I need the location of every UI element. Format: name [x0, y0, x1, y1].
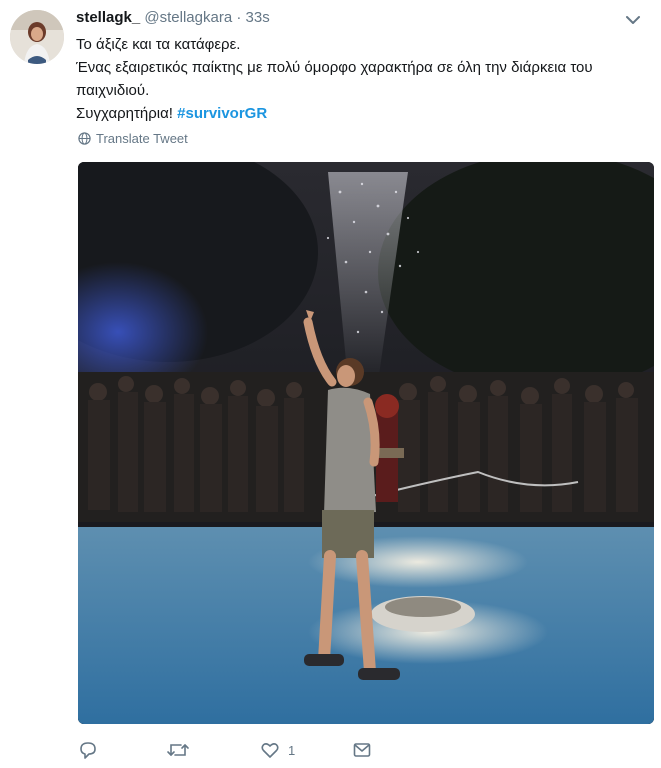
heart-icon [261, 743, 279, 758]
stage-photo-illustration [78, 162, 654, 724]
chevron-down-icon[interactable] [623, 10, 643, 30]
separator-dot: · [236, 9, 242, 26]
like-button[interactable]: 1 [260, 740, 295, 760]
direct-message-button[interactable] [352, 740, 372, 760]
reply-icon [80, 742, 96, 759]
like-count: 1 [288, 742, 296, 758]
tweet-line-3-text: Συγχαρητήρια! [76, 105, 173, 122]
user-handle[interactable]: @stellagkara [144, 9, 232, 26]
avatar-image [10, 10, 64, 64]
tweet-line-3: Συγχαρητήρια! #survivorGR [76, 102, 656, 125]
reply-button[interactable] [78, 740, 106, 760]
translate-tweet-button[interactable]: Translate Tweet [78, 131, 188, 146]
tweet-photo[interactable] [78, 162, 654, 724]
tweet-timestamp[interactable]: 33s [246, 9, 270, 26]
display-name[interactable]: stellagk_ [76, 9, 140, 26]
retweet-icon [167, 744, 189, 756]
translate-label: Translate Tweet [96, 131, 188, 146]
tweet-text: Το άξιζε και τα κατάφερε. Ένας εξαιρετικ… [76, 33, 656, 125]
message-icon [353, 743, 371, 757]
retweet-button[interactable] [166, 740, 198, 760]
tweet-line-1: Το άξιζε και τα κατάφερε. [76, 36, 241, 53]
tweet-header: stellagk_ @stellagkara · 33s [76, 8, 641, 30]
tweet-line-2: Ένας εξαιρετικός παίκτης με πολύ όμορφο … [76, 59, 593, 99]
globe-icon [78, 132, 91, 145]
avatar[interactable] [10, 10, 64, 64]
hashtag-link[interactable]: #survivorGR [177, 105, 267, 122]
tweet-actions: 1 [76, 740, 396, 762]
